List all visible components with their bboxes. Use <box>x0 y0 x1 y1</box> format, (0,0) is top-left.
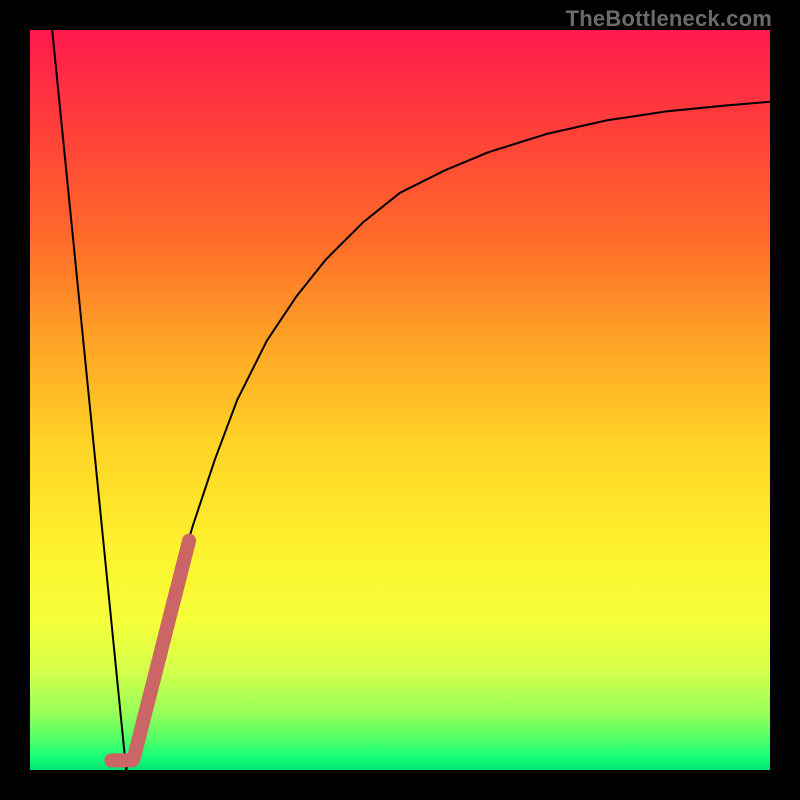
chart-container: TheBottleneck.com <box>0 0 800 800</box>
chart-background-gradient <box>30 30 770 770</box>
watermark-text: TheBottleneck.com <box>566 6 772 32</box>
